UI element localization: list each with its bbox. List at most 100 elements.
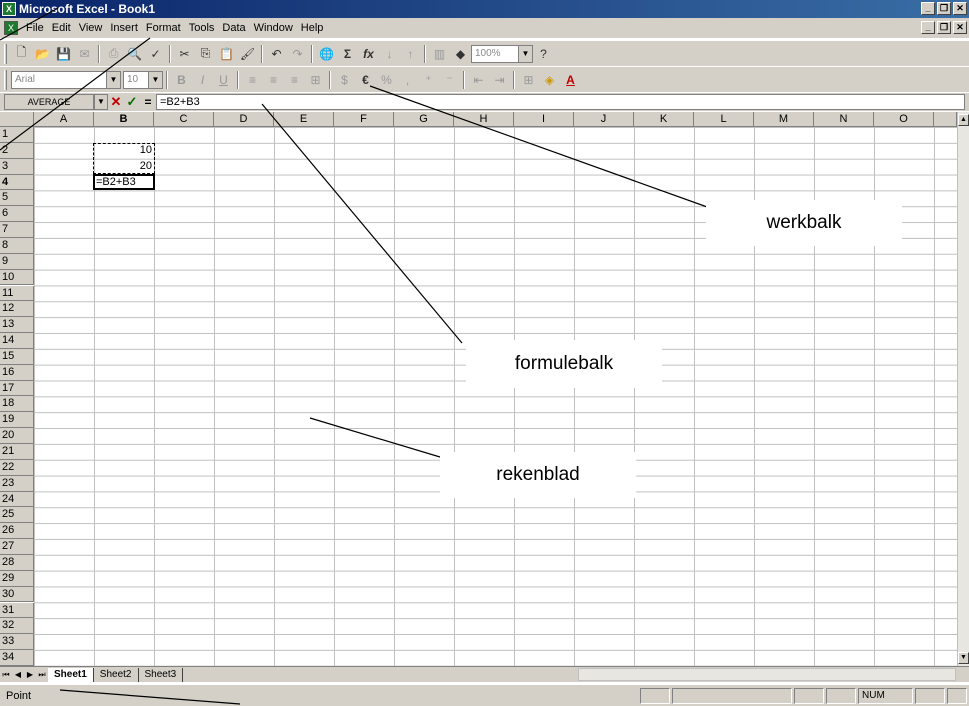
- align-right-icon[interactable]: ≡: [284, 70, 305, 90]
- open-icon[interactable]: 📂: [32, 44, 53, 64]
- increase-indent-icon[interactable]: ⇥: [489, 70, 510, 90]
- column-header-p[interactable]: [934, 112, 957, 127]
- underline-icon[interactable]: U: [213, 70, 234, 90]
- row-header-28[interactable]: 28: [0, 554, 34, 571]
- row-header-10[interactable]: 10: [0, 269, 34, 286]
- menu-tools[interactable]: Tools: [185, 22, 219, 34]
- font-color-icon[interactable]: A: [560, 70, 581, 90]
- paste-icon[interactable]: 📋: [216, 44, 237, 64]
- prev-sheet-icon[interactable]: ◀: [12, 668, 24, 682]
- save-icon[interactable]: 💾: [53, 44, 74, 64]
- menu-edit[interactable]: Edit: [48, 22, 75, 34]
- drawing-icon[interactable]: ◆: [450, 44, 471, 64]
- undo-icon[interactable]: ↶: [266, 44, 287, 64]
- menu-data[interactable]: Data: [218, 22, 249, 34]
- cancel-icon[interactable]: ✕: [108, 94, 124, 110]
- menu-insert[interactable]: Insert: [106, 22, 142, 34]
- scroll-down-icon[interactable]: ▼: [958, 652, 969, 664]
- scroll-up-icon[interactable]: ▲: [958, 114, 969, 126]
- column-header-f[interactable]: F: [334, 112, 394, 127]
- percent-icon[interactable]: %: [376, 70, 397, 90]
- font-size-select[interactable]: 10 ▼: [123, 70, 163, 89]
- sort-ascending-icon[interactable]: ↓: [379, 44, 400, 64]
- doc-minimize-button[interactable]: _: [921, 21, 935, 34]
- column-header-m[interactable]: M: [754, 112, 814, 127]
- merge-center-icon[interactable]: ⊞: [305, 70, 326, 90]
- function-icon[interactable]: fx: [358, 44, 379, 64]
- row-header-24[interactable]: 24: [0, 491, 34, 508]
- redo-icon[interactable]: ↷: [287, 44, 308, 64]
- sort-descending-icon[interactable]: ↑: [400, 44, 421, 64]
- row-header-9[interactable]: 9: [0, 253, 34, 270]
- name-box[interactable]: AVERAGE: [4, 94, 94, 110]
- column-header-d[interactable]: D: [214, 112, 274, 127]
- column-header-h[interactable]: H: [454, 112, 514, 127]
- row-header-14[interactable]: 14: [0, 333, 34, 349]
- last-sheet-icon[interactable]: ⏭: [36, 668, 48, 682]
- row-header-13[interactable]: 13: [0, 317, 34, 334]
- row-header-19[interactable]: 19: [0, 412, 34, 429]
- fill-color-icon[interactable]: ◈: [539, 70, 560, 90]
- column-header-i[interactable]: I: [514, 112, 574, 127]
- row-header-31[interactable]: 31: [0, 602, 34, 619]
- close-button[interactable]: ✕: [953, 2, 967, 15]
- row-header-20[interactable]: 20: [0, 428, 34, 444]
- toolbar-grip[interactable]: [4, 43, 7, 64]
- spelling-icon[interactable]: ✓: [145, 44, 166, 64]
- row-header-32[interactable]: 32: [0, 618, 34, 635]
- worksheet-grid[interactable]: A B C D E F G H I J K L M N O 1234567891…: [0, 112, 957, 666]
- increase-decimal-icon[interactable]: ⁺: [418, 70, 439, 90]
- enter-icon[interactable]: ✓: [124, 94, 140, 110]
- restore-button[interactable]: ❐: [937, 2, 951, 15]
- row-header-4[interactable]: 4: [0, 174, 34, 191]
- column-header-e[interactable]: E: [274, 112, 334, 127]
- row-header-11[interactable]: 11: [0, 285, 34, 302]
- row-header-27[interactable]: 27: [0, 539, 34, 555]
- column-header-l[interactable]: L: [694, 112, 754, 127]
- menu-view[interactable]: View: [75, 22, 107, 34]
- comma-icon[interactable]: ,: [397, 70, 418, 90]
- autosum-icon[interactable]: Σ: [337, 44, 358, 64]
- decrease-decimal-icon[interactable]: ⁻: [439, 70, 460, 90]
- row-header-26[interactable]: 26: [0, 523, 34, 540]
- row-header-12[interactable]: 12: [0, 301, 34, 318]
- menu-help[interactable]: Help: [297, 22, 328, 34]
- align-left-icon[interactable]: ≡: [242, 70, 263, 90]
- horizontal-scrollbar[interactable]: [578, 668, 956, 681]
- zoom-select[interactable]: 100% ▼: [471, 44, 533, 63]
- decrease-indent-icon[interactable]: ⇤: [468, 70, 489, 90]
- row-header-23[interactable]: 23: [0, 475, 34, 492]
- chevron-down-icon[interactable]: ▼: [94, 94, 108, 110]
- vertical-scrollbar[interactable]: ▲ ▼: [957, 112, 969, 666]
- row-header-6[interactable]: 6: [0, 206, 34, 223]
- euro-icon[interactable]: €: [355, 70, 376, 90]
- row-header-21[interactable]: 21: [0, 444, 34, 460]
- row-header-8[interactable]: 8: [0, 237, 34, 254]
- chart-wizard-icon[interactable]: ▥: [429, 44, 450, 64]
- menu-window[interactable]: Window: [250, 22, 297, 34]
- tab-sheet3[interactable]: Sheet3: [139, 667, 184, 682]
- column-header-o[interactable]: O: [874, 112, 934, 127]
- chevron-down-icon[interactable]: ▼: [106, 71, 120, 88]
- doc-close-button[interactable]: ✕: [953, 21, 967, 34]
- currency-icon[interactable]: $: [334, 70, 355, 90]
- row-header-3[interactable]: 3: [0, 158, 34, 175]
- first-sheet-icon[interactable]: ⏮: [0, 668, 12, 682]
- row-header-2[interactable]: 2: [0, 142, 34, 159]
- row-header-1[interactable]: 1: [0, 127, 34, 143]
- edit-formula-icon[interactable]: =: [140, 94, 156, 110]
- row-header-25[interactable]: 25: [0, 507, 34, 524]
- next-sheet-icon[interactable]: ▶: [24, 668, 36, 682]
- row-header-18[interactable]: 18: [0, 396, 34, 413]
- minimize-button[interactable]: _: [921, 2, 935, 15]
- toolbar-grip[interactable]: [4, 69, 7, 90]
- row-header-5[interactable]: 5: [0, 190, 34, 207]
- new-icon[interactable]: 🗋: [11, 44, 32, 64]
- doc-restore-button[interactable]: ❐: [937, 21, 951, 34]
- column-header-a[interactable]: A: [34, 112, 94, 127]
- tab-sheet1[interactable]: Sheet1: [48, 667, 94, 682]
- row-header-15[interactable]: 15: [0, 348, 34, 365]
- row-header-29[interactable]: 29: [0, 570, 34, 587]
- print-preview-icon[interactable]: 🔍: [124, 44, 145, 64]
- borders-icon[interactable]: ⊞: [518, 70, 539, 90]
